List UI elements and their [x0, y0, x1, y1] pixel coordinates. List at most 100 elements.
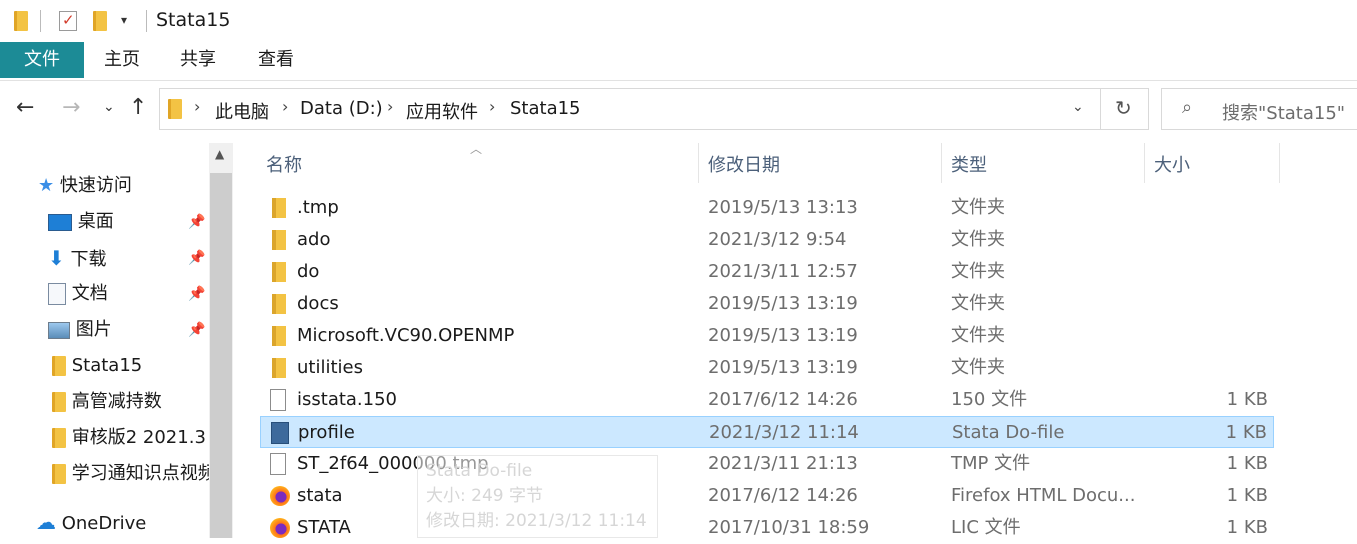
file-row[interactable]: STATA 2017/10/31 18:59 LIC 文件 1 KB — [260, 512, 1274, 544]
refresh-icon: ↻ — [1115, 96, 1132, 120]
file-date: 2017/10/31 18:59 — [708, 517, 870, 538]
column-divider[interactable] — [698, 143, 699, 183]
file-name: Microsoft.VC90.OPENMP — [297, 325, 515, 346]
scroll-up-icon[interactable]: ▲ — [215, 147, 224, 161]
nav-item-folder[interactable]: 审核版2 2021.3 — [52, 422, 209, 454]
breadcrumb-this-pc[interactable]: 此电脑 — [215, 98, 269, 124]
nav-onedrive[interactable]: ☁ OneDrive — [36, 506, 146, 538]
tab-view[interactable]: 查看 — [250, 42, 302, 78]
file-row[interactable]: docs 2019/5/13 13:19 文件夹 — [260, 288, 1274, 320]
pin-icon[interactable]: 📌 — [188, 314, 205, 346]
file-date: 2021/3/12 9:54 — [708, 229, 847, 250]
search-icon: ⌕ — [1182, 97, 1193, 118]
address-bar[interactable]: › 此电脑 › Data (D:) › 应用软件 › Stata15 ⌄ — [159, 88, 1101, 130]
file-tooltip: Stata Do-file 大小: 249 字节 修改日期: 2021/3/12… — [417, 455, 658, 538]
breadcrumb-chevron-icon[interactable]: › — [194, 97, 200, 116]
file-size: 1 KB — [1226, 485, 1268, 506]
nav-item-folder[interactable]: 学习通知识点视频 — [52, 458, 209, 490]
file-date: 2019/5/13 13:13 — [708, 197, 858, 218]
file-type: 文件夹 — [951, 325, 1005, 346]
file-date: 2017/6/12 14:26 — [708, 389, 858, 410]
file-type: 150 文件 — [951, 389, 1028, 410]
folder-icon — [272, 326, 286, 346]
pin-icon[interactable]: 📌 — [188, 206, 205, 238]
firefox-file-icon — [270, 486, 290, 506]
file-row[interactable]: do 2021/3/11 12:57 文件夹 — [260, 256, 1274, 288]
pin-icon[interactable]: 📌 — [188, 278, 205, 310]
nav-label: 高管减持数 — [71, 391, 162, 412]
file-type: Stata Do-file — [952, 422, 1065, 443]
nav-item-downloads[interactable]: ⬇ 下载 📌 — [48, 242, 208, 274]
folder-icon — [272, 358, 286, 378]
folder-icon[interactable] — [14, 11, 28, 31]
divider — [40, 10, 41, 32]
scrollbar-thumb[interactable] — [210, 173, 232, 538]
nav-item-desktop[interactable]: 桌面 📌 — [48, 206, 208, 238]
chevron-down-icon[interactable]: ▾ — [121, 13, 127, 27]
file-size: 1 KB — [1225, 422, 1267, 443]
search-box[interactable]: ⌕ 搜索"Stata15" — [1161, 88, 1357, 130]
folder-icon — [272, 230, 286, 250]
file-icon — [270, 453, 286, 475]
file-row[interactable]: stata 2017/6/12 14:26 Firefox HTML Docu...… — [260, 480, 1274, 512]
recent-locations-chevron-icon[interactable]: ⌄ — [103, 99, 115, 115]
navigation-pane: ★ 快速访问 桌面 📌 ⬇ 下载 📌 文档 📌 图片 📌 Stata15 高管减… — [0, 143, 209, 538]
file-name: ado — [297, 229, 331, 250]
file-name: docs — [297, 293, 339, 314]
tab-home[interactable]: 主页 — [96, 42, 148, 78]
breadcrumb-stata15[interactable]: Stata15 — [510, 98, 581, 119]
download-icon: ⬇ — [48, 246, 65, 270]
file-row[interactable]: Microsoft.VC90.OPENMP 2019/5/13 13:19 文件夹 — [260, 320, 1274, 352]
file-row[interactable]: utilities 2019/5/13 13:19 文件夹 — [260, 352, 1274, 384]
forward-arrow-icon[interactable]: → — [62, 95, 80, 120]
nav-item-stata15[interactable]: Stata15 — [52, 350, 142, 382]
nav-label: 文档 — [71, 283, 108, 304]
column-header-date[interactable]: 修改日期 — [708, 151, 780, 177]
file-row[interactable]: .tmp 2019/5/13 13:13 文件夹 — [260, 192, 1274, 224]
file-row[interactable]: isstata.150 2017/6/12 14:26 150 文件 1 KB — [260, 384, 1274, 416]
nav-quick-access[interactable]: ★ 快速访问 — [38, 170, 132, 202]
search-placeholder: 搜索"Stata15" — [1222, 103, 1346, 124]
tooltip-modified: 修改日期: 2021/3/12 11:14 — [426, 511, 647, 531]
column-header-size[interactable]: 大小 — [1154, 151, 1190, 177]
folder-icon — [52, 356, 66, 376]
nav-label: 快速访问 — [59, 175, 132, 196]
address-dropdown-icon[interactable]: ⌄ — [1072, 99, 1084, 115]
nav-item-pictures[interactable]: 图片 📌 — [48, 314, 208, 346]
picture-icon — [48, 321, 70, 339]
properties-icon[interactable] — [59, 11, 77, 31]
breadcrumb-data-drive[interactable]: Data (D:) — [300, 98, 383, 119]
file-row[interactable]: ado 2021/3/12 9:54 文件夹 — [260, 224, 1274, 256]
file-row[interactable]: ST_2f64_000000.tmp 2021/3/11 21:13 TMP 文件 1… — [260, 448, 1274, 480]
back-arrow-icon[interactable]: ← — [16, 95, 34, 120]
column-divider[interactable] — [941, 143, 942, 183]
nav-scrollbar[interactable]: ▲ — [209, 143, 233, 538]
file-name: .tmp — [297, 197, 339, 218]
column-header-name[interactable]: 名称 — [266, 151, 302, 177]
tab-file[interactable]: 文件 — [0, 42, 84, 78]
refresh-button[interactable]: ↻ — [1101, 88, 1149, 130]
new-folder-icon[interactable] — [93, 11, 107, 31]
column-divider[interactable] — [1144, 143, 1145, 183]
pin-icon[interactable]: 📌 — [188, 242, 205, 274]
file-size: 1 KB — [1226, 517, 1268, 538]
nav-item-documents[interactable]: 文档 📌 — [48, 278, 208, 310]
star-icon: ★ — [38, 175, 55, 196]
column-header-type[interactable]: 类型 — [951, 151, 987, 177]
tab-share[interactable]: 共享 — [172, 42, 224, 78]
title-bar: ▾ Stata15 — [0, 0, 1357, 42]
folder-icon — [52, 464, 66, 484]
breadcrumb-chevron-icon[interactable]: › — [282, 97, 288, 116]
nav-item-folder[interactable]: 高管减持数 — [52, 386, 162, 418]
column-divider[interactable] — [1279, 143, 1280, 183]
nav-label: 下载 — [70, 249, 107, 270]
document-icon — [48, 283, 66, 305]
breadcrumb-apps[interactable]: 应用软件 — [406, 98, 478, 124]
file-row[interactable]: profile 2021/3/12 11:14 Stata Do-file 1 KB — [260, 416, 1274, 448]
file-name: STATA — [297, 517, 351, 538]
breadcrumb-chevron-icon[interactable]: › — [387, 97, 393, 116]
folder-icon — [272, 294, 286, 314]
breadcrumb-chevron-icon[interactable]: › — [489, 97, 495, 116]
up-arrow-icon[interactable]: ↑ — [129, 95, 147, 120]
file-type: LIC 文件 — [951, 517, 1021, 538]
